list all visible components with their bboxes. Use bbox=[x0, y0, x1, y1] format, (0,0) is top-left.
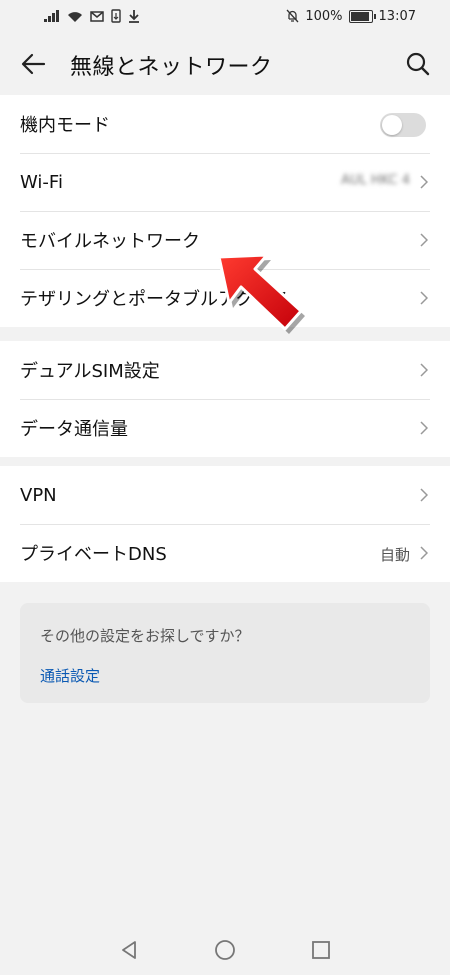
call-settings-link[interactable]: 通話設定 bbox=[40, 665, 100, 686]
status-left-icons bbox=[44, 9, 140, 23]
nav-back-icon[interactable] bbox=[117, 938, 141, 962]
chevron-right-icon bbox=[420, 291, 428, 305]
status-bar: 100% 13:07 bbox=[0, 0, 450, 34]
alarm-off-icon bbox=[286, 9, 299, 23]
row-private-dns[interactable]: プライベートDNS 自動 bbox=[0, 524, 450, 582]
wifi-icon bbox=[68, 11, 82, 22]
search-icon bbox=[406, 52, 430, 76]
settings-group-sim: デュアルSIM設定 データ通信量 bbox=[0, 341, 450, 457]
row-vpn[interactable]: VPN bbox=[0, 466, 450, 524]
row-label: デュアルSIM設定 bbox=[20, 361, 160, 382]
page-title: 無線とネットワーク bbox=[70, 55, 273, 80]
row-label: モバイルネットワーク bbox=[20, 231, 200, 252]
red-arrow-annotation bbox=[217, 253, 305, 334]
row-data-usage[interactable]: データ通信量 bbox=[0, 399, 450, 457]
app-header: 無線とネットワーク bbox=[0, 34, 450, 94]
sim-icon bbox=[111, 9, 121, 23]
system-nav-bar bbox=[0, 926, 450, 975]
download-icon bbox=[129, 10, 139, 23]
row-airplane-mode[interactable]: 機内モード bbox=[0, 95, 450, 153]
nav-home-icon[interactable] bbox=[213, 938, 237, 962]
signal-icon bbox=[44, 10, 60, 22]
chevron-right-icon bbox=[420, 363, 428, 377]
airplane-mode-toggle[interactable] bbox=[380, 113, 426, 137]
more-settings-card: その他の設定をお探しですか？ 通話設定 bbox=[20, 603, 430, 703]
chevron-right-icon bbox=[420, 488, 428, 502]
search-button[interactable] bbox=[400, 46, 436, 82]
private-dns-value: 自動 bbox=[379, 546, 410, 564]
row-label: VPN bbox=[20, 484, 57, 506]
chevron-right-icon bbox=[420, 421, 428, 435]
back-button[interactable] bbox=[14, 46, 54, 82]
settings-group-vpn: VPN プライベートDNS 自動 bbox=[0, 466, 450, 582]
chevron-right-icon bbox=[420, 175, 428, 189]
battery-fill bbox=[350, 11, 369, 21]
more-settings-question: その他の設定をお探しですか？ bbox=[40, 627, 250, 645]
row-wifi[interactable]: Wi-Fi AUL HKC 4 bbox=[0, 153, 450, 211]
status-right: 100% 13:07 bbox=[286, 9, 416, 23]
row-label: 機内モード bbox=[20, 115, 110, 136]
mail-icon bbox=[90, 10, 104, 22]
wifi-network-name: AUL HKC 4 bbox=[341, 173, 410, 188]
chevron-right-icon bbox=[420, 546, 428, 560]
battery-icon bbox=[348, 9, 376, 23]
row-label: プライベートDNS bbox=[20, 544, 167, 565]
chevron-right-icon bbox=[420, 233, 428, 247]
clock: 13:07 bbox=[378, 8, 416, 24]
row-dual-sim[interactable]: デュアルSIM設定 bbox=[0, 341, 450, 399]
row-label: データ通信量 bbox=[20, 419, 128, 440]
nav-recent-icon[interactable] bbox=[309, 938, 333, 962]
toggle-knob bbox=[382, 115, 402, 135]
back-arrow-icon bbox=[21, 53, 46, 75]
battery-percent: 100% bbox=[305, 8, 343, 24]
row-label: Wi-Fi bbox=[20, 171, 63, 193]
